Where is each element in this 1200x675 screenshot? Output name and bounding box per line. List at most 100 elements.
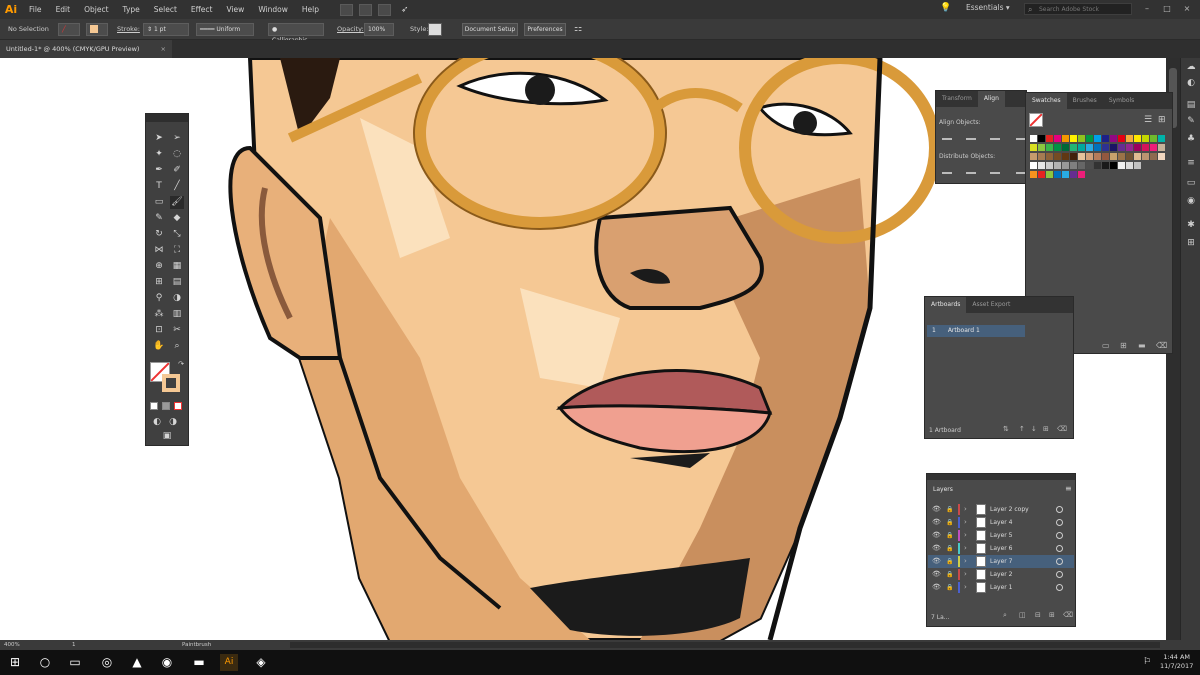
expand-chevron-icon[interactable]: › [964, 529, 967, 542]
graphic-styles-icon[interactable]: ⊞ [1185, 238, 1197, 249]
obs-icon[interactable]: ◎ [98, 654, 116, 671]
delete-artboard-icon[interactable]: ⌫ [1057, 425, 1067, 433]
color-swatch[interactable] [1094, 144, 1101, 151]
type-tool-icon[interactable]: T [152, 180, 166, 193]
color-swatch[interactable] [1054, 162, 1061, 169]
visibility-eye-icon[interactable]: 👁 [932, 568, 941, 581]
distribute-center-icon[interactable] [966, 165, 976, 174]
color-swatch[interactable] [1134, 153, 1141, 160]
color-swatch[interactable] [1062, 153, 1069, 160]
target-icon[interactable] [1056, 545, 1063, 552]
document-setup-button[interactable]: Document Setup [462, 23, 518, 36]
tab-symbols[interactable]: Symbols [1103, 93, 1140, 109]
brush-definition[interactable]: ● Calligraphic... [268, 23, 324, 44]
color-swatch[interactable] [1086, 153, 1093, 160]
free-transform-icon[interactable]: ⛶ [170, 244, 184, 257]
expand-chevron-icon[interactable]: › [964, 568, 967, 581]
stroke-icon[interactable]: ≡ [1185, 158, 1197, 169]
stroke-label[interactable]: Stroke: [117, 23, 140, 36]
eyedropper-icon[interactable]: ⚲ [152, 292, 166, 305]
align-center-icon[interactable] [966, 131, 976, 140]
move-down-icon[interactable]: ↓ [1031, 425, 1037, 433]
color-swatch[interactable] [1134, 144, 1141, 151]
fill-stroke-indicator[interactable] [1029, 113, 1043, 127]
color-swatch[interactable] [1070, 171, 1077, 178]
color-swatch[interactable] [1158, 135, 1165, 142]
color-swatch[interactable] [1094, 162, 1101, 169]
tools-panel-header[interactable] [146, 114, 188, 122]
gradient-mode-icon[interactable] [162, 402, 170, 410]
color-swatch[interactable] [1110, 144, 1117, 151]
color-swatch[interactable] [1102, 162, 1109, 169]
rearrange-icon[interactable]: ⇅ [1003, 425, 1009, 433]
color-swatch[interactable] [1054, 144, 1061, 151]
target-icon[interactable] [1056, 584, 1063, 591]
paintbrush-tool-icon[interactable]: 🖌 [170, 196, 184, 209]
align-right-icon[interactable] [990, 131, 1000, 140]
document-tab[interactable]: Untitled-1* @ 400% (CMYK/GPU Preview) × [0, 40, 172, 58]
layer-row[interactable]: 👁 🔒 › Layer 2 [928, 568, 1074, 581]
color-swatch[interactable] [1118, 135, 1125, 142]
color-swatch[interactable] [1086, 144, 1093, 151]
line-tool-icon[interactable]: ╱ [170, 180, 184, 193]
menu-select[interactable]: Select [147, 5, 184, 14]
menu-object[interactable]: Object [77, 5, 115, 14]
layer-name[interactable]: Layer 5 [990, 529, 1012, 542]
color-swatch[interactable] [1118, 153, 1125, 160]
color-swatch[interactable] [1030, 171, 1037, 178]
minimize-icon[interactable]: – [1142, 4, 1152, 14]
hand-tool-icon[interactable]: ✋ [152, 340, 166, 353]
stroke-weight-field[interactable]: ⇕ 1 pt [143, 23, 189, 36]
expand-chevron-icon[interactable]: › [964, 542, 967, 555]
color-swatch[interactable] [1038, 171, 1045, 178]
color-swatch[interactable] [1046, 135, 1053, 142]
tab-swatches[interactable]: Swatches [1026, 93, 1067, 109]
color-swatch[interactable] [1062, 162, 1069, 169]
color-swatch[interactable] [1126, 144, 1133, 151]
menu-help[interactable]: Help [295, 5, 326, 14]
slice-tool-icon[interactable]: ✂ [170, 324, 184, 337]
panel-menu-icon[interactable]: ≡ [1065, 484, 1072, 493]
shaper-tool-icon[interactable]: ✎ [152, 212, 166, 225]
perspective-grid-icon[interactable]: ▦ [170, 260, 184, 273]
graphic-style-swatch[interactable] [428, 23, 442, 36]
cortana-icon[interactable]: ○ [36, 654, 54, 671]
layer-name[interactable]: Layer 1 [990, 581, 1012, 594]
expand-chevron-icon[interactable]: › [964, 555, 967, 568]
photos-icon[interactable]: ▲ [128, 654, 146, 671]
lasso-tool-icon[interactable]: ◌ [170, 148, 184, 161]
appearance-icon[interactable]: ✱ [1185, 220, 1197, 231]
color-swatch[interactable] [1102, 135, 1109, 142]
new-swatch-icon[interactable]: ⊞ [1120, 341, 1127, 350]
target-icon[interactable] [1056, 506, 1063, 513]
color-swatch[interactable] [1118, 162, 1125, 169]
visibility-eye-icon[interactable]: 👁 [932, 581, 941, 594]
color-swatch[interactable] [1158, 153, 1165, 160]
color-swatch[interactable] [1086, 135, 1093, 142]
visibility-eye-icon[interactable]: 👁 [932, 542, 941, 555]
color-swatch[interactable] [1054, 153, 1061, 160]
layer-row[interactable]: 👁 🔒 › Layer 5 [928, 529, 1074, 542]
color-swatch[interactable] [1070, 162, 1077, 169]
target-icon[interactable] [1056, 519, 1063, 526]
color-swatch[interactable] [1062, 144, 1069, 151]
eraser-tool-icon[interactable]: ◆ [170, 212, 184, 225]
move-up-icon[interactable]: ↑ [1019, 425, 1025, 433]
none-mode-icon[interactable] [174, 402, 182, 410]
target-icon[interactable] [1056, 558, 1063, 565]
expand-chevron-icon[interactable]: › [964, 581, 967, 594]
new-color-group-icon[interactable]: ▭ [1102, 341, 1110, 350]
distribute-bottom-icon[interactable] [990, 165, 1000, 174]
color-swatch[interactable] [1134, 162, 1141, 169]
color-swatch[interactable] [1102, 144, 1109, 151]
color-swatch[interactable] [1110, 162, 1117, 169]
tab-asset-export[interactable]: Asset Export [966, 297, 1016, 313]
illustrator-taskbar-icon[interactable]: Ai [220, 654, 238, 671]
layers-panel-header[interactable] [927, 474, 1075, 480]
lock-icon[interactable]: 🔒 [946, 529, 953, 542]
menu-window[interactable]: Window [251, 5, 295, 14]
new-artboard-icon[interactable]: ⊞ [1043, 425, 1049, 433]
opacity-label[interactable]: Opacity: [337, 23, 364, 36]
layer-row[interactable]: 👁 🔒 › Layer 7 [928, 555, 1074, 568]
symbols-icon[interactable]: ♣ [1185, 134, 1197, 145]
